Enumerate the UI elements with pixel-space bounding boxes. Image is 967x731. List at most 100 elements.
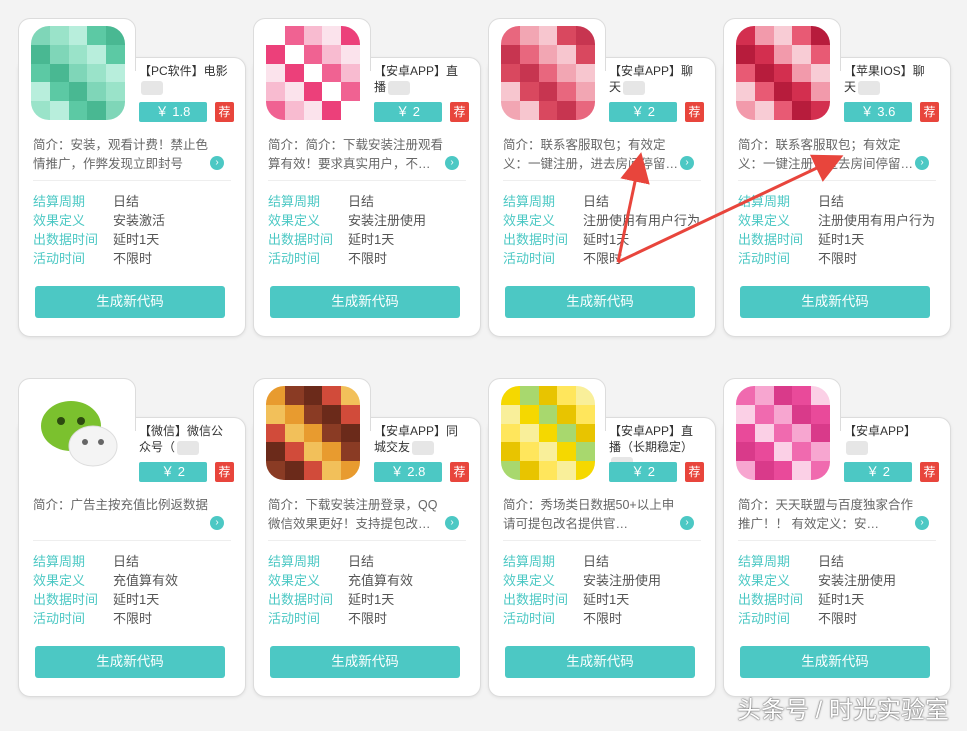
detail-label: 活动时间: [503, 611, 556, 626]
recommend-tag: 荐: [215, 102, 234, 122]
offer-title: 【PC软件】电影: [139, 63, 231, 95]
ios-chat-app-icon: [736, 26, 830, 120]
detail-value: 延时1天: [583, 232, 630, 247]
generate-code-button[interactable]: 生成新代码: [740, 646, 930, 678]
detail-value: 不限时: [348, 251, 388, 266]
detail-value: 日结: [583, 194, 610, 209]
generate-code-button[interactable]: 生成新代码: [505, 286, 695, 318]
detail-row-active-time: 活动时间 不限时: [268, 249, 474, 268]
offer-intro: 简介：联系客服取包；有效定义：一键注册，进去房间停留…: [503, 138, 679, 171]
divider: [33, 540, 231, 541]
offer-title: 【微信】微信公众号（: [139, 424, 224, 455]
price-badge: ￥ 2: [609, 462, 677, 482]
detail-value: 安装注册使用: [818, 573, 897, 588]
expand-arrow-icon[interactable]: ›: [445, 156, 459, 170]
offer-card: 【安卓APP】直播（长期稳定） ￥ 2 荐简介：秀场类日数据50+以上申请可提包改名…: [488, 378, 716, 697]
detail-value: 日结: [818, 194, 845, 209]
detail-label: 活动时间: [738, 611, 791, 626]
expand-arrow-icon[interactable]: ›: [915, 156, 929, 170]
detail-label: 效果定义: [268, 573, 321, 588]
offer-details: 结算周期 日结 效果定义 安装注册使用 出数据时间 延时1天 活动时间 不限时: [268, 192, 474, 268]
detail-row-active-time: 活动时间 不限时: [738, 609, 944, 628]
expand-arrow-icon[interactable]: ›: [210, 516, 224, 530]
detail-value: 延时1天: [113, 592, 160, 607]
generate-code-button[interactable]: 生成新代码: [270, 286, 460, 318]
offer-intro: 简介：安装，观看计费！禁止色情推广，作弊发现立即封号: [33, 138, 209, 171]
detail-value: 安装注册使用: [348, 213, 427, 228]
detail-value: 安装激活: [113, 213, 166, 228]
union-app-icon: [736, 386, 830, 480]
detail-value: 日结: [113, 194, 140, 209]
detail-value: 注册使用有用户行为: [818, 213, 936, 228]
divider: [268, 180, 466, 181]
detail-row-data-time: 出数据时间 延时1天: [503, 590, 709, 609]
detail-value: 延时1天: [583, 592, 630, 607]
detail-label: 效果定义: [33, 213, 86, 228]
recommend-tag: 荐: [920, 462, 939, 482]
watermark: 头条号 / 时光实验室: [736, 697, 949, 724]
offer-title: 【安卓APP】直播: [374, 64, 459, 95]
expand-arrow-icon[interactable]: ›: [915, 516, 929, 530]
generate-code-button[interactable]: 生成新代码: [270, 646, 460, 678]
divider: [503, 180, 701, 181]
detail-row-cycle: 结算周期 日结: [738, 552, 944, 571]
offer-details: 结算周期 日结 效果定义 安装注册使用 出数据时间 延时1天 活动时间 不限时: [738, 552, 944, 628]
generate-code-button[interactable]: 生成新代码: [505, 646, 695, 678]
wechat-icon: [31, 386, 125, 480]
detail-row-effect: 效果定义 安装激活: [33, 211, 239, 230]
offer-card: 【PC软件】电影 ￥ 1.8 荐简介：安装，观看计费！禁止色情推广，作弊发现立即封号…: [18, 18, 246, 337]
detail-label: 效果定义: [503, 213, 556, 228]
expand-arrow-icon[interactable]: ›: [680, 516, 694, 530]
detail-value: 日结: [818, 554, 845, 569]
detail-label: 出数据时间: [503, 232, 569, 247]
divider: [738, 540, 936, 541]
expand-arrow-icon[interactable]: ›: [210, 156, 224, 170]
detail-row-cycle: 结算周期 日结: [33, 192, 239, 211]
chat-app-icon: [501, 26, 595, 120]
offer-title: 【安卓APP】: [844, 423, 936, 455]
expand-arrow-icon[interactable]: ›: [680, 156, 694, 170]
divider: [503, 540, 701, 541]
price-badge: ￥ 3.6: [844, 102, 912, 122]
offer-title: 【安卓APP】聊天: [609, 64, 694, 95]
generate-code-button[interactable]: 生成新代码: [35, 286, 225, 318]
live-app-icon: [266, 26, 360, 120]
detail-value: 不限时: [583, 611, 623, 626]
detail-label: 出数据时间: [503, 592, 569, 607]
detail-label: 活动时间: [738, 251, 791, 266]
detail-value: 充值算有效: [348, 573, 414, 588]
offer-title: 【安卓APP】同城交友: [374, 424, 459, 455]
detail-label: 结算周期: [738, 194, 791, 209]
offer-intro: 简介：下载安装注册登录，QQ微信效果更好！支持提包改…: [268, 498, 438, 531]
detail-row-effect: 效果定义 注册使用有用户行为: [503, 211, 709, 230]
expand-arrow-icon[interactable]: ›: [445, 516, 459, 530]
offer-details: 结算周期 日结 效果定义 安装注册使用 出数据时间 延时1天 活动时间 不限时: [503, 552, 709, 628]
detail-row-data-time: 出数据时间 延时1天: [268, 590, 474, 609]
pc-app-icon: [31, 26, 125, 120]
detail-row-cycle: 结算周期 日结: [738, 192, 944, 211]
detail-row-cycle: 结算周期 日结: [268, 192, 474, 211]
divider: [268, 540, 466, 541]
detail-label: 结算周期: [33, 554, 86, 569]
detail-row-effect: 效果定义 安装注册使用: [503, 571, 709, 590]
show-app-icon: [501, 386, 595, 480]
detail-label: 活动时间: [268, 611, 321, 626]
detail-value: 延时1天: [348, 232, 395, 247]
detail-row-data-time: 出数据时间 延时1天: [33, 590, 239, 609]
price-badge: ￥ 1.8: [139, 102, 207, 122]
generate-code-button[interactable]: 生成新代码: [740, 286, 930, 318]
detail-row-data-time: 出数据时间 延时1天: [33, 230, 239, 249]
detail-value: 不限时: [113, 611, 153, 626]
detail-row-effect: 效果定义 充值算有效: [33, 571, 239, 590]
detail-label: 结算周期: [738, 554, 791, 569]
detail-value: 不限时: [818, 611, 858, 626]
detail-row-active-time: 活动时间 不限时: [503, 249, 709, 268]
offer-intro: 简介：天天联盟与百度独家合作推广！！ 有效定义：安…: [738, 498, 914, 531]
detail-label: 活动时间: [268, 251, 321, 266]
detail-row-active-time: 活动时间 不限时: [738, 249, 944, 268]
detail-row-cycle: 结算周期 日结: [33, 552, 239, 571]
detail-label: 效果定义: [738, 213, 791, 228]
generate-code-button[interactable]: 生成新代码: [35, 646, 225, 678]
detail-label: 效果定义: [268, 213, 321, 228]
divider: [738, 180, 936, 181]
